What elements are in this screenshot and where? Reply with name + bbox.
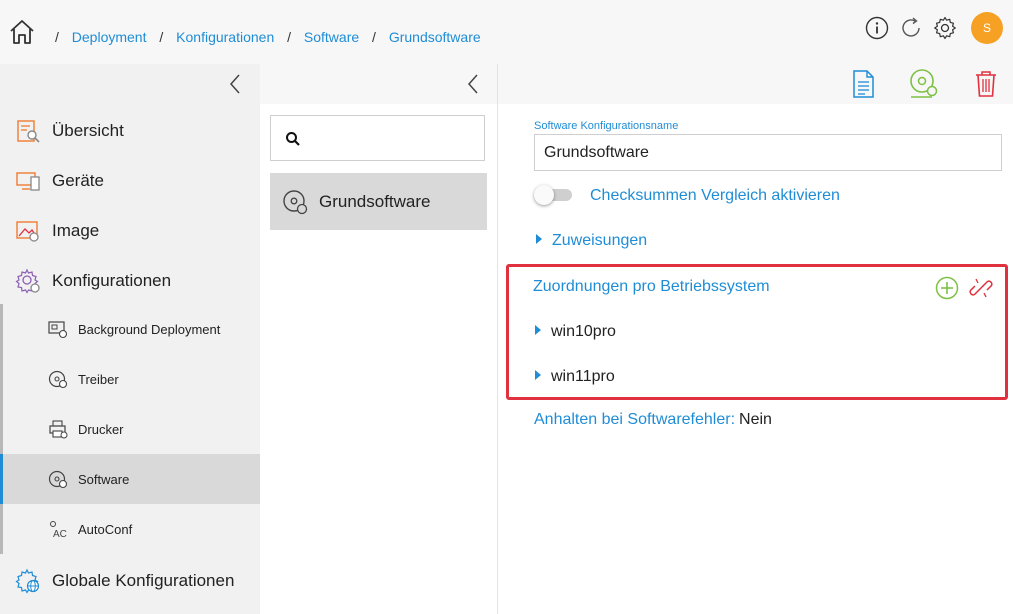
image-icon bbox=[16, 221, 39, 242]
sidebar-subitem-autoconf[interactable]: AC AutoConf bbox=[0, 504, 260, 554]
os-item-label: win10pro bbox=[551, 323, 616, 340]
header-actions: S bbox=[865, 12, 1003, 44]
assignments-expander[interactable]: Zuweisungen bbox=[536, 232, 647, 250]
overview-icon bbox=[17, 120, 40, 143]
caret-right-icon bbox=[535, 324, 541, 335]
os-section-title: Zuordnungen pro Betriebssystem bbox=[533, 278, 770, 295]
breadcrumb-separator: / bbox=[55, 29, 59, 45]
search-icon bbox=[286, 132, 300, 146]
collapse-list-icon[interactable] bbox=[464, 72, 482, 96]
caret-right-icon bbox=[535, 369, 541, 380]
sidebar-subitem-label: Treiber bbox=[78, 371, 119, 387]
sidebar-subitem-label: Background Deployment bbox=[78, 321, 221, 337]
software-disc-icon bbox=[48, 470, 68, 489]
list-panel: Grundsoftware bbox=[260, 64, 498, 614]
sidebar-subitem-drucker[interactable]: Drucker bbox=[0, 404, 260, 454]
sidebar-subitem-label: Drucker bbox=[78, 421, 124, 437]
info-icon[interactable] bbox=[865, 16, 889, 40]
sidebar-item-label: Image bbox=[52, 221, 100, 240]
autoconf-icon: AC bbox=[50, 521, 67, 539]
software-disc-icon bbox=[283, 189, 308, 214]
sidebar-item-label: Globale Konfigurationen bbox=[52, 571, 235, 590]
os-assignment-section: Zuordnungen pro Betriebssystem win10pro … bbox=[506, 264, 1008, 400]
sidebar-subitem-label: Software bbox=[78, 471, 130, 487]
breadcrumb-grundsoftware[interactable]: Grundsoftware bbox=[389, 29, 481, 45]
os-item-label: win11pro bbox=[551, 368, 615, 385]
sidebar-item-konfigurationen[interactable]: Konfigurationen bbox=[0, 256, 260, 306]
sidebar-subitem-software[interactable]: Software bbox=[0, 454, 260, 504]
sidebar-item-label: Konfigurationen bbox=[52, 271, 172, 290]
devices-icon bbox=[16, 172, 40, 191]
list-panel-header bbox=[260, 64, 497, 104]
unlink-icon[interactable] bbox=[969, 276, 993, 300]
assignments-label: Zuweisungen bbox=[552, 232, 648, 249]
collapse-sidebar-icon[interactable] bbox=[226, 72, 244, 96]
checksum-toggle-label[interactable]: Checksummen Vergleich aktivieren bbox=[590, 187, 840, 205]
svg-text:AC: AC bbox=[53, 529, 67, 539]
top-bar: / Deployment / Konfigurationen / Softwar… bbox=[0, 0, 1013, 64]
printer-icon bbox=[49, 420, 68, 439]
search-input[interactable] bbox=[270, 115, 485, 161]
delete-icon[interactable] bbox=[970, 68, 1002, 100]
stop-on-error-row: Anhalten bei Softwarefehler: Nein bbox=[534, 411, 772, 429]
driver-disc-icon bbox=[48, 370, 68, 389]
toggle-knob bbox=[534, 185, 554, 205]
sidebar: Übersicht Geräte Image Konfigurationen B… bbox=[0, 64, 260, 614]
breadcrumb-konfigurationen[interactable]: Konfigurationen bbox=[176, 29, 274, 45]
sidebar-subitem-treiber[interactable]: Treiber bbox=[0, 354, 260, 404]
install-disc-icon[interactable] bbox=[908, 68, 940, 100]
checksum-toggle[interactable] bbox=[534, 185, 574, 205]
sidebar-subitem-background-deployment[interactable]: Background Deployment bbox=[0, 304, 260, 354]
add-circle-icon[interactable] bbox=[935, 276, 959, 300]
sidebar-item-label: Übersicht bbox=[52, 121, 124, 140]
breadcrumb-separator: / bbox=[287, 29, 292, 45]
stop-on-error-label: Anhalten bei Softwarefehler: bbox=[534, 411, 736, 428]
detail-toolbar bbox=[498, 64, 1013, 104]
list-item-label: Grundsoftware bbox=[319, 191, 431, 211]
breadcrumb-software[interactable]: Software bbox=[304, 29, 359, 45]
os-item-win10pro[interactable]: win10pro bbox=[535, 323, 616, 341]
os-item-win11pro[interactable]: win11pro bbox=[535, 368, 615, 386]
caret-right-icon bbox=[536, 233, 542, 244]
breadcrumb-deployment[interactable]: Deployment bbox=[72, 29, 147, 45]
config-name-input[interactable]: Grundsoftware bbox=[534, 134, 1002, 171]
home-icon[interactable] bbox=[8, 18, 36, 46]
detail-panel: Software Konfigurationsname Grundsoftwar… bbox=[498, 64, 1013, 614]
list-item[interactable]: Grundsoftware bbox=[270, 173, 487, 230]
sidebar-item-uebersicht[interactable]: Übersicht bbox=[0, 106, 260, 156]
sidebar-item-image[interactable]: Image bbox=[0, 206, 260, 256]
document-icon[interactable] bbox=[848, 68, 880, 100]
configurations-icon bbox=[15, 268, 40, 294]
global-config-icon bbox=[15, 568, 40, 594]
sidebar-item-label: Geräte bbox=[52, 171, 104, 190]
breadcrumb: / Deployment / Konfigurationen / Softwar… bbox=[46, 29, 481, 45]
settings-icon[interactable] bbox=[933, 16, 957, 40]
sidebar-item-geraete[interactable]: Geräte bbox=[0, 156, 260, 206]
breadcrumb-separator: / bbox=[159, 29, 164, 45]
stop-on-error-value: Nein bbox=[739, 411, 772, 428]
config-name-label: Software Konfigurationsname bbox=[534, 120, 679, 132]
user-avatar[interactable]: S bbox=[971, 12, 1003, 44]
sidebar-subitem-label: AutoConf bbox=[78, 521, 133, 537]
breadcrumb-separator: / bbox=[372, 29, 376, 45]
background-deployment-icon bbox=[48, 321, 68, 339]
sidebar-item-globale-konfigurationen[interactable]: Globale Konfigurationen bbox=[0, 556, 260, 606]
refresh-icon[interactable] bbox=[899, 16, 923, 40]
